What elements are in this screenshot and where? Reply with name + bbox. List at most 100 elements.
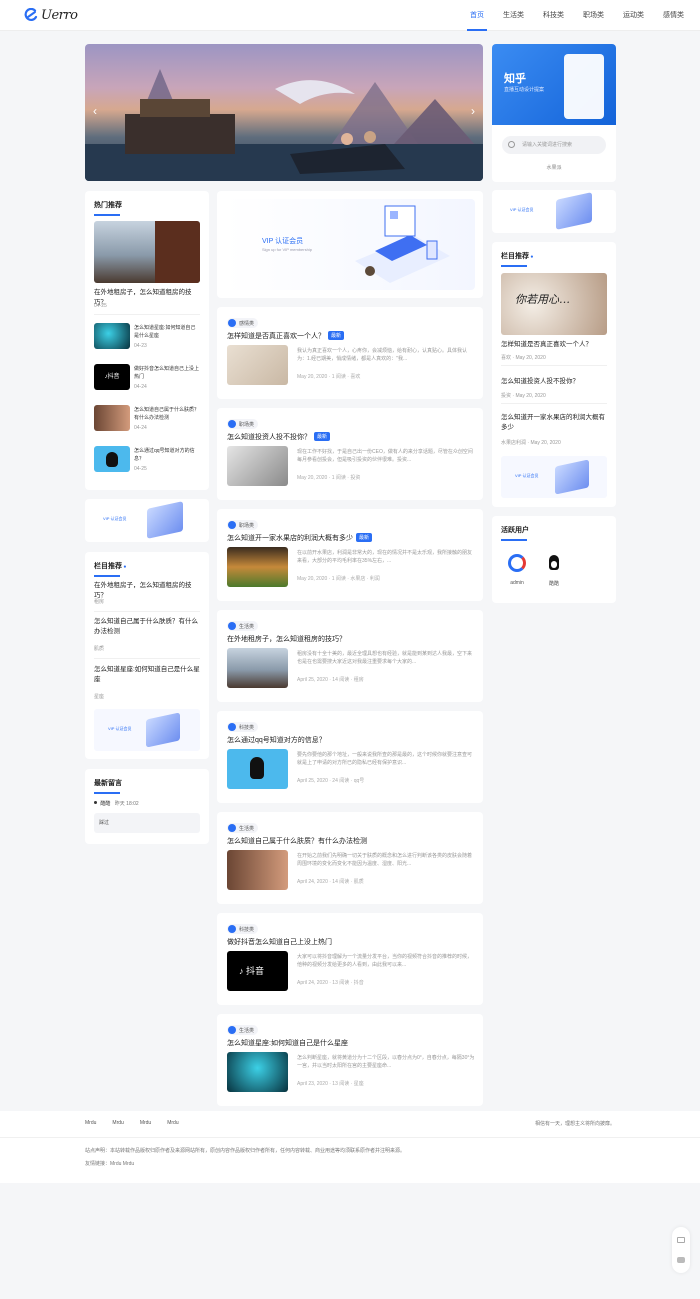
- mail-icon[interactable]: [677, 1237, 685, 1243]
- vip-ad-inline[interactable]: VIP 认证会员: [501, 456, 607, 498]
- avatar[interactable]: [508, 554, 526, 572]
- post-title[interactable]: 怎么知道星座:如何知道自己是什么星座: [227, 1038, 348, 1048]
- nav-item-sports[interactable]: 运动类: [623, 0, 644, 31]
- hero-banner[interactable]: ‹ ›: [85, 44, 483, 181]
- post-card[interactable]: 科技类 做好抖音怎么知道自己上没上热门 ♪ 抖音 大家可以将抖音理解为一个流量分发平台…: [217, 913, 483, 1005]
- post-card[interactable]: 职场类 怎么知道开一家水果店的利润大概有多少 最新 在以前开水果店，利润是非常大的，现…: [217, 509, 483, 601]
- post-title[interactable]: 怎么通过qq号知道对方的信息？: [227, 735, 326, 745]
- post-title[interactable]: 怎样知道是否真正喜欢一个人？ 最新: [227, 331, 345, 341]
- nav-item-life[interactable]: 生活类: [503, 0, 524, 31]
- column-item-meta: 水果店利润 · May 20, 2020: [501, 440, 561, 446]
- post-title[interactable]: 做好抖音怎么知道自己上没上热门: [227, 937, 332, 947]
- post-category[interactable]: 生活类: [227, 823, 259, 833]
- post-title[interactable]: 在外地租房子，怎么知道租房的技巧？: [227, 634, 346, 644]
- comment-time: 昨天 18:02: [114, 801, 139, 807]
- post-thumbnail[interactable]: [227, 1052, 288, 1092]
- search-icon[interactable]: [508, 141, 515, 148]
- user-name[interactable]: admin: [504, 580, 530, 586]
- hot-item-thumb[interactable]: [94, 323, 130, 349]
- nav-item-tech[interactable]: 科技类: [543, 0, 564, 31]
- post-category[interactable]: 科技类: [227, 924, 259, 934]
- site-logo[interactable]: Uerro: [24, 7, 78, 23]
- post-category[interactable]: 科技类: [227, 722, 259, 732]
- column-feature-title[interactable]: 怎样知道是否真正喜欢一个人？: [501, 340, 611, 350]
- post-thumbnail[interactable]: [227, 749, 288, 789]
- nav-item-home[interactable]: 首页: [467, 0, 487, 31]
- new-badge: 最新: [356, 533, 373, 542]
- logo-icon: [24, 8, 38, 21]
- column-item-title[interactable]: 怎么知道自己属于什么肤质？有什么办法检测: [94, 617, 202, 637]
- column-feature-image[interactable]: 你若用心…: [501, 273, 607, 335]
- post-category[interactable]: 生活类: [227, 621, 259, 631]
- vip-ad-right[interactable]: VIP 认证会员: [492, 190, 616, 233]
- column-item-title[interactable]: 怎么知道投资人投不投你？: [501, 377, 611, 387]
- post-meta: April 25, 2020 · 14 阅读 · 租房: [297, 677, 364, 683]
- nav-item-emotion[interactable]: 感情类: [663, 0, 684, 31]
- post-card[interactable]: 感情类 怎样知道是否真正喜欢一个人？ 最新 我认为真正喜欢一个人，心疼你，会减烦恼，给…: [217, 307, 483, 399]
- chat-icon[interactable]: [677, 1257, 685, 1263]
- post-card[interactable]: 生活类 怎么知道自己属于什么肤质？有什么办法检测 在开始之前我们先明确一切关于肤质的…: [217, 812, 483, 904]
- banner-prev-arrow[interactable]: ‹: [93, 104, 97, 118]
- post-card[interactable]: 科技类 怎么通过qq号知道对方的信息？ 要先你要他的那个地址，一般来说我所查的那是最…: [217, 711, 483, 803]
- banner-next-arrow[interactable]: ›: [471, 104, 475, 118]
- hot-item-title[interactable]: 怎么知道星座:如何知道自己是什么星座: [134, 324, 200, 340]
- column-item-title[interactable]: 怎么知道开一家水果店的利润大概有多少: [501, 413, 611, 433]
- footer-friend-links[interactable]: 友情链接：Mrdu Mrdu: [85, 1160, 134, 1167]
- user-name[interactable]: 酷酷: [541, 580, 567, 587]
- hot-item-title[interactable]: 怎么知道自己属于什么肤质？有什么办法检测: [134, 406, 200, 422]
- post-card[interactable]: 生活类 怎么知道星座:如何知道自己是什么星座 怎么判断星座，就将黄道分为十二个区段，…: [217, 1014, 483, 1106]
- column-item-cat: 租房: [94, 599, 105, 605]
- column-item-meta: 投资 · May 20, 2020: [501, 393, 546, 399]
- footer-link[interactable]: Mrdu: [167, 1120, 178, 1126]
- hot-item-thumb[interactable]: [94, 446, 130, 472]
- post-category[interactable]: 职场类: [227, 419, 259, 429]
- vip-ad-inline[interactable]: VIP 认证会员: [94, 709, 200, 751]
- search-input[interactable]: 请输入关键词进行搜索: [502, 136, 606, 154]
- promo-link[interactable]: 水果派: [492, 164, 616, 171]
- vip-ad-illustration: [147, 501, 183, 539]
- post-category[interactable]: 职场类: [227, 520, 259, 530]
- column-widget-left: 栏目推荐 ● 在外地租房子，怎么知道租房的技巧？ 租房 怎么知道自己属于什么肤质…: [85, 552, 209, 759]
- comment-text[interactable]: 踩过: [94, 813, 200, 833]
- footer-link[interactable]: Mrdu: [140, 1120, 151, 1126]
- active-users-title: 活跃用户: [501, 527, 529, 541]
- post-card[interactable]: 生活类 在外地租房子，怎么知道租房的技巧？ 租房没有十全十美的，最近全理具想也有经验…: [217, 610, 483, 702]
- hot-item-title[interactable]: 做好抖音怎么知道自己上没上热门: [134, 365, 200, 381]
- post-card[interactable]: 职场类 怎么知道投资人投不投你？ 最新 现在工作不好找，于是自己出一份CEO，做有人的…: [217, 408, 483, 500]
- post-title[interactable]: 怎么知道投资人投不投你？ 最新: [227, 432, 331, 442]
- comment-user[interactable]: 酷酷: [100, 801, 110, 807]
- hot-item-thumb[interactable]: [94, 405, 130, 431]
- promo-phone: [564, 54, 604, 119]
- site-header: Uerro 首页 生活类 科技类 职场类 运动类 感情类: [0, 0, 700, 31]
- douyin-icon: ♪ 抖音: [239, 966, 265, 976]
- post-category[interactable]: 感情类: [227, 318, 259, 328]
- hot-item-title[interactable]: 怎么通过qq号知道对方的信息？: [134, 447, 200, 463]
- vip-ad-title: VIP 认证会员: [103, 516, 127, 521]
- vip-ad-small[interactable]: VIP 认证会员: [85, 499, 209, 542]
- post-thumbnail[interactable]: [227, 648, 288, 688]
- post-thumbnail[interactable]: ♪ 抖音: [227, 951, 288, 991]
- hot-item-thumb[interactable]: ♪抖音: [94, 364, 130, 390]
- column-item-title[interactable]: 在外地租房子，怎么知道租房的技巧？: [94, 581, 202, 601]
- post-thumbnail[interactable]: [227, 345, 288, 385]
- post-title[interactable]: 怎么知道开一家水果店的利润大概有多少 最新: [227, 533, 373, 543]
- floating-toolbar: [672, 1227, 690, 1273]
- vip-banner-title: VIP 认证会员: [262, 238, 304, 245]
- nav-item-career[interactable]: 职场类: [583, 0, 604, 31]
- footer-link[interactable]: Mrdu: [85, 1120, 96, 1126]
- vip-banner[interactable]: VIP 认证会员 Sign up for VIP membership: [217, 191, 483, 298]
- new-badge: 最新: [328, 331, 345, 340]
- column-item-title[interactable]: 怎么知道星座:如何知道自己是什么星座: [94, 665, 202, 685]
- footer-link[interactable]: Mrdu: [112, 1120, 123, 1126]
- hot-feature-image[interactable]: [94, 221, 200, 283]
- post-thumbnail[interactable]: [227, 446, 288, 486]
- post-thumbnail[interactable]: [227, 850, 288, 890]
- avatar[interactable]: [545, 554, 563, 572]
- hot-feature-title[interactable]: 在外地租房子，怎么知道租房的技巧？: [94, 288, 204, 308]
- promo-image[interactable]: 知乎 直播互动设计提案: [492, 44, 616, 125]
- post-title[interactable]: 怎么知道自己属于什么肤质？有什么办法检测: [227, 836, 367, 846]
- category-icon: [228, 420, 236, 428]
- post-category[interactable]: 生活类: [227, 1025, 259, 1035]
- calligraphy-text: 你若用心…: [515, 293, 570, 306]
- post-thumbnail[interactable]: [227, 547, 288, 587]
